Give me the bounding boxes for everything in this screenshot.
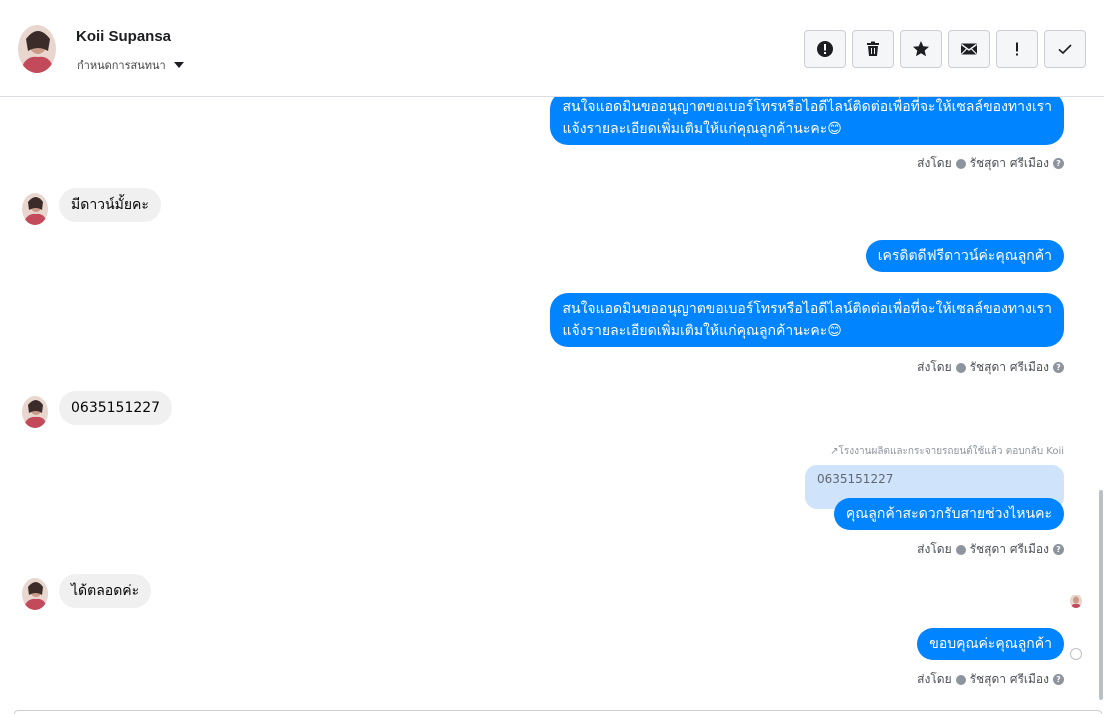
sent-by-label: ส่งโดย	[917, 156, 952, 170]
follow-up-button[interactable]	[996, 30, 1038, 68]
sent-by-label: ส่งโดย	[917, 542, 952, 556]
outgoing-message[interactable]: ขอบคุณค่ะคุณลูกค้า	[917, 628, 1064, 660]
contact-avatar-small	[22, 578, 48, 610]
contact-avatar-small	[22, 396, 48, 428]
message-composer[interactable]	[14, 710, 1102, 714]
outgoing-message[interactable]: สนใจแอดมินขออนุญาตขอเบอร์โทรหรือไอดีไลน์…	[550, 293, 1064, 347]
reply-note: ↗โรงงานผลิตและกระจายรถยนต์ใช้แล้ว ตอบกลั…	[830, 446, 1064, 457]
mark-done-button[interactable]	[1044, 30, 1086, 68]
help-icon[interactable]: ?	[1053, 158, 1064, 169]
agent-name[interactable]: รัชสุดา ศรีเมือง	[970, 540, 1049, 559]
contact-name[interactable]: Koii Supansa	[76, 28, 171, 45]
agent-badge-icon	[955, 362, 966, 373]
assign-label: กำหนดการสนทนา	[77, 59, 166, 72]
check-icon	[1058, 44, 1072, 55]
agent-badge-icon	[955, 158, 966, 169]
outgoing-message[interactable]: สนใจแอดมินขออนุญาตขอเบอร์โทรหรือไอดีไลน์…	[550, 97, 1064, 145]
star-button[interactable]	[900, 30, 942, 68]
assign-conversation-dropdown[interactable]: กำหนดการสนทนา	[77, 56, 184, 74]
mark-unread-button[interactable]	[948, 30, 990, 68]
sent-by-line: ส่งโดย รัชสุดา ศรีเมือง ?	[917, 540, 1064, 559]
incoming-message[interactable]: ได้ตลอดค่ะ	[59, 574, 152, 608]
exclamation-icon	[1016, 42, 1018, 56]
agent-name[interactable]: รัชสุดา ศรีเมือง	[970, 358, 1049, 377]
seen-by-avatar	[1070, 594, 1082, 608]
delete-button[interactable]	[852, 30, 894, 68]
contact-avatar[interactable]	[18, 25, 56, 73]
help-icon[interactable]: ?	[1053, 544, 1064, 555]
quoted-text: 0635151227	[817, 472, 894, 486]
agent-name[interactable]: รัชสุดา ศรีเมือง	[970, 154, 1049, 173]
agent-badge-icon	[955, 544, 966, 555]
trash-icon	[867, 41, 879, 56]
envelope-icon	[961, 43, 977, 55]
conversation-toolbar	[804, 30, 1086, 68]
delivered-check-icon	[1070, 648, 1082, 660]
help-icon[interactable]: ?	[1053, 674, 1064, 685]
contact-avatar-small	[22, 193, 48, 225]
sent-by-line: ส่งโดย รัชสุดา ศรีเมือง ?	[917, 358, 1064, 377]
conversation-header: Koii Supansa กำหนดการสนทนา	[0, 0, 1104, 97]
help-icon[interactable]: ?	[1053, 362, 1064, 373]
alert-circle-icon	[817, 41, 833, 57]
message-thread[interactable]: สนใจแอดมินขออนุญาตขอเบอร์โทรหรือไอดีไลน์…	[0, 97, 1098, 707]
sent-by-line: ส่งโดย รัชสุดา ศรีเมือง ?	[917, 154, 1064, 173]
star-icon	[913, 41, 929, 57]
sent-by-label: ส่งโดย	[917, 672, 952, 686]
agent-badge-icon	[955, 674, 966, 685]
thread-scrollbar[interactable]	[1099, 490, 1103, 700]
sent-by-label: ส่งโดย	[917, 360, 952, 374]
spam-button[interactable]	[804, 30, 846, 68]
sent-by-line: ส่งโดย รัชสุดา ศรีเมือง ?	[917, 670, 1064, 689]
caret-down-icon	[173, 62, 184, 68]
incoming-message[interactable]: มีดาวน์มั้ยคะ	[59, 188, 161, 222]
incoming-message[interactable]: 0635151227	[59, 391, 173, 425]
outgoing-message[interactable]: คุณลูกค้าสะดวกรับสายช่วงไหนคะ	[833, 498, 1064, 530]
agent-name[interactable]: รัชสุดา ศรีเมือง	[970, 670, 1049, 689]
outgoing-message[interactable]: เครดิตดีฟรีดาวน์ค่ะคุณลูกค้า	[865, 240, 1064, 272]
